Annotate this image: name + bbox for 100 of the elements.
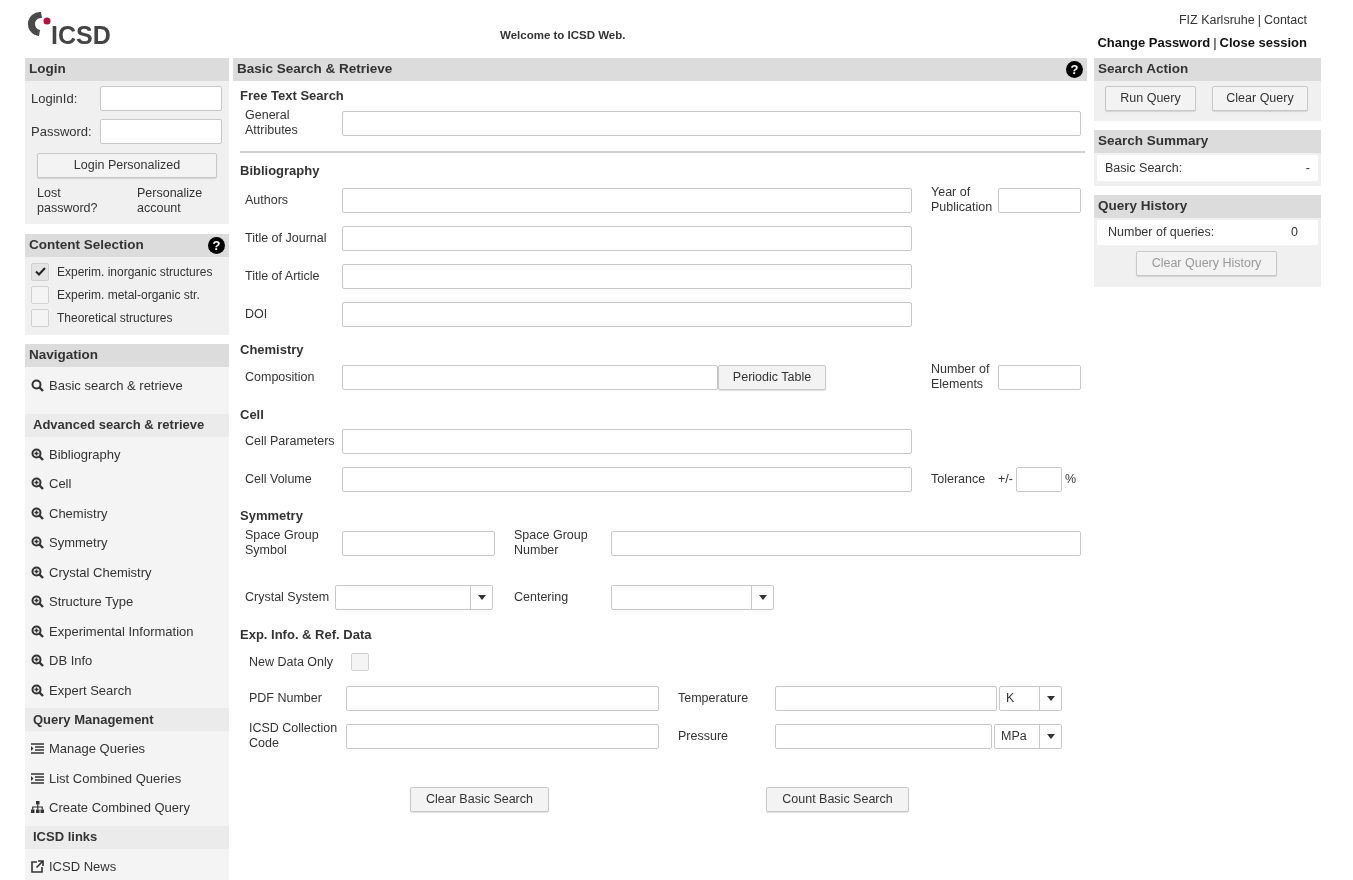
section-heading: Symmetry <box>240 507 304 526</box>
caret-icon <box>477 594 486 600</box>
nav-link[interactable]: Crystal Chemistry <box>25 557 229 587</box>
login-id-field[interactable] <box>100 86 222 111</box>
nav-link[interactable]: Bibliography <box>25 439 229 469</box>
link[interactable]: Change Password <box>1097 32 1211 53</box>
section-heading: Chemistry <box>240 341 305 360</box>
field-label: Password: <box>30 124 93 139</box>
checkbox[interactable] <box>31 308 49 327</box>
hierarchy-icon <box>31 801 44 815</box>
list-icon <box>31 742 44 756</box>
checkbox[interactable] <box>31 262 49 281</box>
button[interactable]: Login Personalized <box>37 153 217 178</box>
caret-icon <box>1046 733 1055 739</box>
dropdown[interactable] <box>611 584 774 610</box>
text-field[interactable] <box>342 530 495 556</box>
help-icon[interactable]: ? <box>1066 61 1083 78</box>
text-field[interactable] <box>611 530 1081 556</box>
text-field[interactable] <box>342 466 912 492</box>
text-field[interactable] <box>998 364 1081 390</box>
checkbox[interactable] <box>31 285 49 304</box>
nav-link[interactable]: Create Combined Query <box>25 793 229 823</box>
nav-link[interactable]: Chemistry <box>25 498 229 528</box>
nav-link[interactable]: Manage Queries <box>25 734 229 764</box>
text-field[interactable] <box>346 685 659 711</box>
zoom-in-icon <box>31 683 44 697</box>
list-icon <box>31 771 44 785</box>
option-label: Experim. metal-organic str. <box>57 286 200 304</box>
field-label: +/- <box>998 471 1014 487</box>
summary-value: - <box>1305 159 1310 177</box>
text-field[interactable] <box>342 225 912 251</box>
text-field[interactable] <box>342 364 718 390</box>
text-field[interactable] <box>342 110 1081 136</box>
text-field[interactable] <box>775 685 997 711</box>
dropdown[interactable]: MPa <box>994 723 1062 749</box>
field-label: Tolerance <box>931 471 987 487</box>
panel-title: Navigation <box>29 346 98 365</box>
field-label: Space Group Symbol <box>245 528 320 558</box>
logo: ICSD <box>27 10 111 48</box>
text-field[interactable] <box>1016 466 1062 492</box>
nav-link[interactable]: ICSD News <box>25 851 229 880</box>
nav-link[interactable]: Symmetry <box>25 528 229 558</box>
field-label: Number of Elements <box>931 362 991 392</box>
link[interactable]: Close session <box>1219 32 1307 53</box>
nav-link[interactable]: List Combined Queries <box>25 763 229 793</box>
nav-link[interactable]: DB Info <box>25 646 229 676</box>
section-heading: Cell <box>240 406 265 425</box>
field-label: Cell Parameters <box>245 433 336 449</box>
text-field[interactable] <box>342 301 912 327</box>
checkbox[interactable] <box>351 653 369 671</box>
link[interactable]: Lost password? <box>37 186 109 216</box>
dropdown[interactable] <box>335 584 493 610</box>
link[interactable]: FIZ Karlsruhe <box>1178 11 1255 30</box>
field-label: New Data Only <box>249 654 335 670</box>
link[interactable]: Contact <box>1263 11 1307 30</box>
summary-label: Basic Search: <box>1105 159 1183 177</box>
text-field[interactable] <box>775 723 992 749</box>
field-label: DOI <box>245 306 269 322</box>
section-title: Advanced search & retrieve <box>33 416 205 435</box>
caret-icon <box>758 594 767 600</box>
zoom-in-icon <box>31 447 44 461</box>
field-label: Authors <box>245 192 290 208</box>
text-field[interactable] <box>346 723 659 749</box>
field-label: Crystal System <box>245 589 331 605</box>
section-title: ICSD links <box>33 828 98 847</box>
field-label: Year of Publication <box>931 185 994 215</box>
field-label: Centering <box>514 589 570 605</box>
button[interactable]: Run Query <box>1105 86 1196 111</box>
dropdown[interactable]: K <box>999 685 1062 711</box>
nav-link[interactable]: Experimental Information <box>25 616 229 646</box>
zoom-in-icon <box>31 595 44 609</box>
help-icon[interactable]: ? <box>208 237 225 254</box>
button[interactable]: Clear Basic Search <box>410 786 549 812</box>
section-heading: Exp. Info. & Ref. Data <box>240 626 373 645</box>
nav-link[interactable]: Expert Search <box>25 675 229 705</box>
nav-link[interactable]: Cell <box>25 469 229 499</box>
link[interactable]: Personalize account <box>137 186 227 216</box>
option-label: Theoretical structures <box>57 309 173 327</box>
nav-link[interactable]: Basic search & retrieve <box>25 371 229 401</box>
password-field[interactable] <box>100 119 222 144</box>
zoom-in-icon <box>31 506 44 520</box>
search-icon <box>31 379 44 393</box>
panel-title: Search Summary <box>1098 132 1209 151</box>
field-label: % <box>1065 471 1077 487</box>
button[interactable]: Count Basic Search <box>766 786 909 812</box>
text-field[interactable] <box>342 187 912 213</box>
separator: | <box>1256 12 1262 29</box>
nav-link[interactable]: Structure Type <box>25 587 229 617</box>
zoom-in-icon <box>31 477 44 491</box>
zoom-in-icon <box>31 565 44 579</box>
text-field[interactable] <box>342 263 912 289</box>
section-heading: Free Text Search <box>240 87 345 106</box>
button[interactable]: Periodic Table <box>718 364 826 390</box>
welcome-text: Welcome to ICSD Web. <box>500 28 626 43</box>
text-field[interactable] <box>998 187 1081 213</box>
panel-title: Content Selection <box>29 236 144 255</box>
text-field[interactable] <box>342 428 912 454</box>
field-label: ICSD Collection Code <box>249 721 339 751</box>
panel-title: Login <box>29 60 66 79</box>
button[interactable]: Clear Query <box>1212 86 1308 111</box>
